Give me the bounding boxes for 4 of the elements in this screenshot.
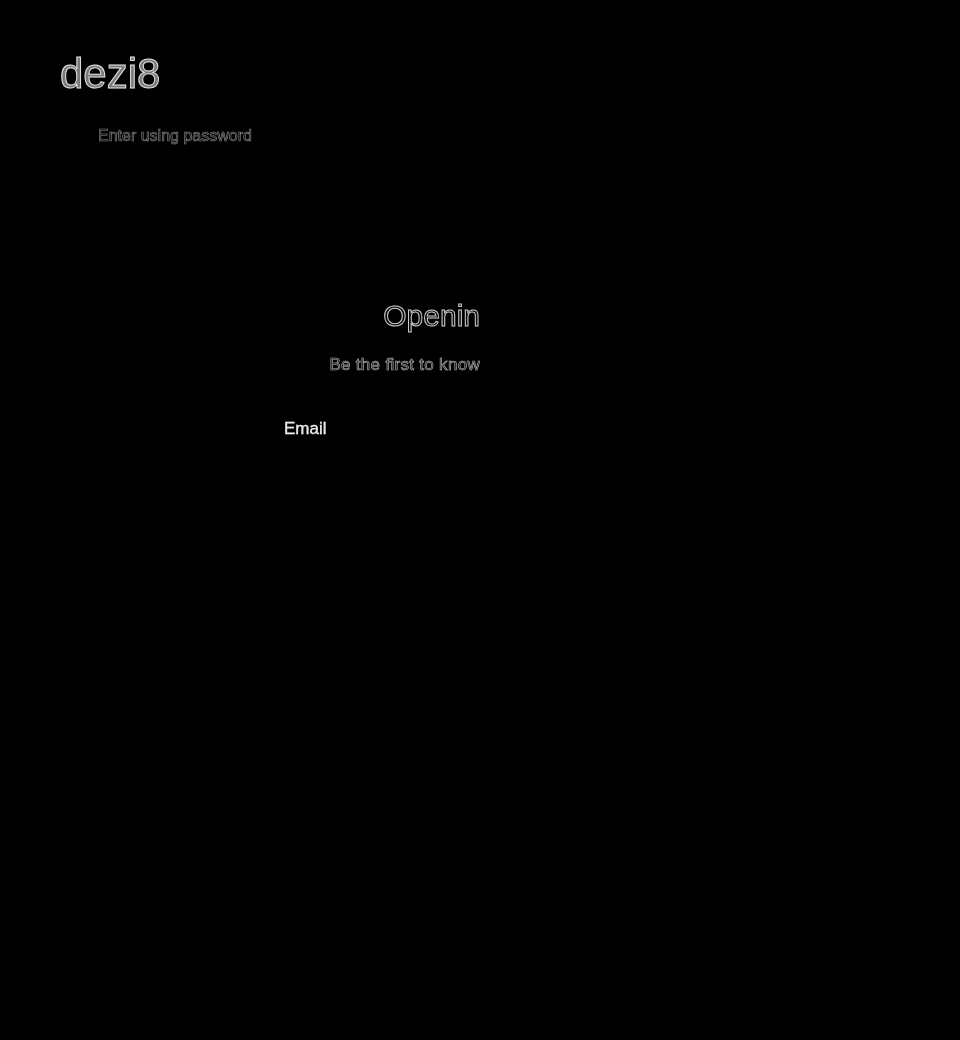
page-heading: Openin xyxy=(383,298,480,334)
subtitle-text: Be the first to know xyxy=(329,354,480,376)
store-logo[interactable]: dezi8 xyxy=(60,50,161,98)
email-label: Email xyxy=(284,418,327,440)
